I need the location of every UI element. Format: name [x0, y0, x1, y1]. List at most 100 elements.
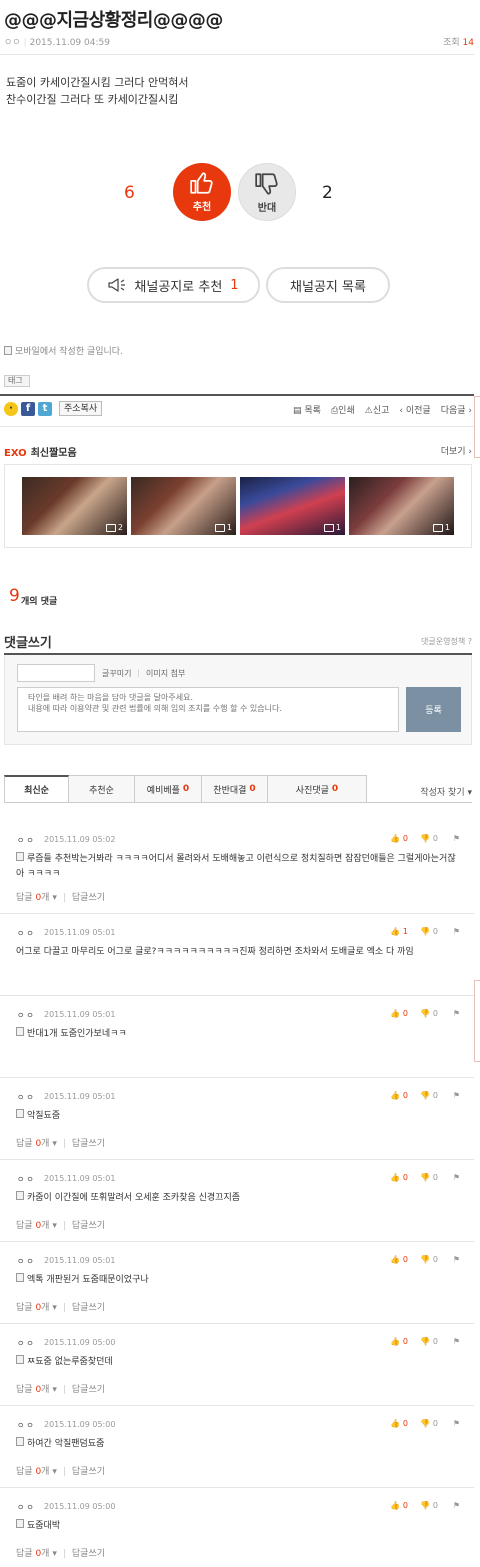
comment-upvote[interactable]: 👍 1	[390, 927, 408, 936]
side-floating-tab[interactable]	[474, 396, 480, 458]
decorate-text-link[interactable]: 글꾸미기	[102, 668, 131, 679]
write-reply-link[interactable]: 답글쓰기	[72, 1303, 105, 1313]
side-floating-tab[interactable]	[474, 980, 480, 1062]
post-author[interactable]: ㅇㅇ	[4, 38, 21, 48]
comment-downvote[interactable]: 👎 0	[420, 1009, 438, 1018]
comment-author[interactable]: ㅇㅇ	[17, 1420, 36, 1431]
comment-downvote[interactable]: 👎 0	[420, 927, 438, 936]
upvote-button[interactable]: 추천	[173, 163, 231, 221]
reply-toggle[interactable]: 답글 0개 ▾	[16, 1139, 57, 1149]
comment-upvote-count: 0	[402, 1419, 408, 1428]
comment-upvote[interactable]: 👍 0	[390, 1419, 408, 1428]
reply-toggle[interactable]: 답글 0개 ▾	[16, 1221, 57, 1231]
downvote-button[interactable]: 반대	[238, 163, 296, 221]
comment-textarea[interactable]	[17, 687, 399, 732]
write-reply-link[interactable]: 답글쓰기	[72, 1385, 105, 1395]
tab-photo-comments[interactable]: 사진댓글 0	[268, 775, 367, 803]
channel-notice-recommend-button[interactable]: 채널공지로 추천 1	[87, 267, 260, 303]
comment-upvote[interactable]: 👍 0	[390, 1337, 408, 1346]
megaphone-icon	[108, 278, 126, 292]
comment-time: 2015.11.09 05:01	[44, 1010, 116, 1019]
tab-label: 찬반대결	[213, 785, 247, 796]
comment-item: ㅇㅇ 2015.11.09 05:01 👍 0 👎 0 ⚑ 카줌이 이간질에 또휘말려서 …	[0, 1160, 474, 1242]
comment-downvote[interactable]: 👎 0	[420, 1173, 438, 1182]
comment-upvote[interactable]: 👍 0	[390, 1009, 408, 1018]
print-link[interactable]: ⎙인쇄	[331, 403, 355, 416]
report-icon[interactable]: ⚑	[453, 1009, 460, 1018]
post-body-line: 찬수이간질 그러다 또 카세이간질시킴	[6, 93, 179, 106]
comment-author[interactable]: ㅇㅇ	[17, 928, 36, 939]
write-reply-link[interactable]: 답글쓰기	[72, 1221, 105, 1231]
comment-item: ㅇㅇ 2015.11.09 05:01 👍 1 👎 0 ⚑ 어그로 다끌고 마무리도 어그…	[0, 914, 474, 996]
comment-author[interactable]: ㅇㅇ	[17, 1092, 36, 1103]
clip-thumbnail[interactable]: 1	[349, 477, 454, 535]
find-author-dropdown[interactable]: 작성자 찾기 ▾	[420, 785, 472, 798]
comment-sort-tabs: 최신순 추천순 예비베플 0 찬반대결 0 사진댓글 0	[4, 775, 367, 803]
report-icon[interactable]: ⚑	[453, 1337, 460, 1346]
comment-policy-link[interactable]: 댓글운영정책 ?	[421, 636, 472, 647]
comment-downvote[interactable]: 👎 0	[420, 1091, 438, 1100]
report-icon[interactable]: ⚑	[453, 1419, 460, 1428]
comment-author[interactable]: ㅇㅇ	[17, 1256, 36, 1267]
report-icon[interactable]: ⚑	[453, 1255, 460, 1264]
emoticon-share-icon[interactable]: ·	[4, 401, 18, 416]
reply-toggle[interactable]: 답글 0개 ▾	[16, 1385, 57, 1395]
separator: |	[62, 1303, 66, 1313]
mobile-icon	[16, 1519, 24, 1528]
comment-author[interactable]: ㅇㅇ	[17, 1174, 36, 1185]
comment-downvote[interactable]: 👎 0	[420, 1501, 438, 1510]
comment-upvote[interactable]: 👍 0	[390, 1501, 408, 1510]
comment-author[interactable]: ㅇㅇ	[17, 1010, 36, 1021]
comment-author[interactable]: ㅇㅇ	[17, 835, 36, 846]
comment-footer: 답글 0개 ▾ | 답글쓰기	[16, 890, 105, 903]
report-link[interactable]: ⚠신고	[365, 403, 390, 416]
tab-recommended[interactable]: 추천순	[69, 775, 135, 803]
report-icon[interactable]: ⚑	[453, 927, 460, 936]
submit-comment-button[interactable]: 등록	[406, 687, 461, 732]
copy-address-button[interactable]: 주소복사	[59, 401, 103, 416]
comment-downvote[interactable]: 👎 0	[420, 1337, 438, 1346]
next-link[interactable]: 다음글 ›	[441, 403, 472, 416]
comment-upvote-count: 0	[402, 1501, 408, 1510]
channel-notice-list-button[interactable]: 채널공지 목록	[266, 267, 390, 303]
write-reply-link[interactable]: 답글쓰기	[72, 1467, 105, 1477]
write-reply-link[interactable]: 답글쓰기	[72, 1139, 105, 1149]
clip-more-link[interactable]: 더보기 ›	[441, 444, 472, 457]
tab-count: 0	[182, 784, 190, 794]
clip-thumbnail[interactable]: 1	[131, 477, 236, 535]
report-icon[interactable]: ⚑	[453, 1091, 460, 1100]
list-link[interactable]: ▤ 목록	[293, 403, 321, 416]
reply-toggle[interactable]: 답글 0개 ▾	[16, 1303, 57, 1313]
comment-upvote[interactable]: 👍 0	[390, 1091, 408, 1100]
tab-pro-con[interactable]: 찬반대결 0	[202, 775, 268, 803]
tab-label: 예비베플	[146, 785, 180, 796]
comment-upvote[interactable]: 👍 0	[390, 1255, 408, 1264]
report-icon[interactable]: ⚑	[453, 834, 460, 843]
reply-toggle[interactable]: 답글 0개 ▾	[16, 1467, 57, 1477]
comment-upvote[interactable]: 👍 0	[390, 1173, 408, 1182]
facebook-icon[interactable]: f	[21, 401, 35, 416]
comment-author[interactable]: ㅇㅇ	[17, 1502, 36, 1513]
nickname-input[interactable]	[17, 664, 95, 682]
reply-toggle[interactable]: 답글 0개 ▾	[16, 893, 57, 903]
clip-thumbnail[interactable]: 2	[22, 477, 127, 535]
comment-downvote[interactable]: 👎 0	[420, 834, 438, 843]
comment-time: 2015.11.09 05:02	[44, 835, 116, 844]
comment-text: 루즘들 추천박는거봐라 ㅋㅋㅋㅋ어디서 몰려와서 도배해놓고 이런식으로 정치질…	[16, 852, 456, 882]
reply-toggle[interactable]: 답글 0개 ▾	[16, 1549, 57, 1559]
clip-thumbnail[interactable]: 1	[240, 477, 345, 535]
comment-downvote[interactable]: 👎 0	[420, 1255, 438, 1264]
twitter-icon[interactable]: t	[38, 401, 52, 416]
attach-image-link[interactable]: 이미지 첨부	[146, 668, 185, 679]
comment-author[interactable]: ㅇㅇ	[17, 1338, 36, 1349]
report-icon[interactable]: ⚑	[453, 1173, 460, 1182]
comment-downvote[interactable]: 👎 0	[420, 1419, 438, 1428]
comment-upvote[interactable]: 👍 0	[390, 834, 408, 843]
tab-best-candidate[interactable]: 예비베플 0	[135, 775, 202, 803]
report-icon[interactable]: ⚑	[453, 1501, 460, 1510]
tab-latest[interactable]: 최신순	[4, 775, 69, 803]
write-reply-link[interactable]: 답글쓰기	[72, 1549, 105, 1559]
comment-time: 2015.11.09 05:00	[44, 1420, 116, 1429]
write-reply-link[interactable]: 답글쓰기	[72, 893, 105, 903]
prev-link[interactable]: ‹ 이전글	[399, 403, 430, 416]
